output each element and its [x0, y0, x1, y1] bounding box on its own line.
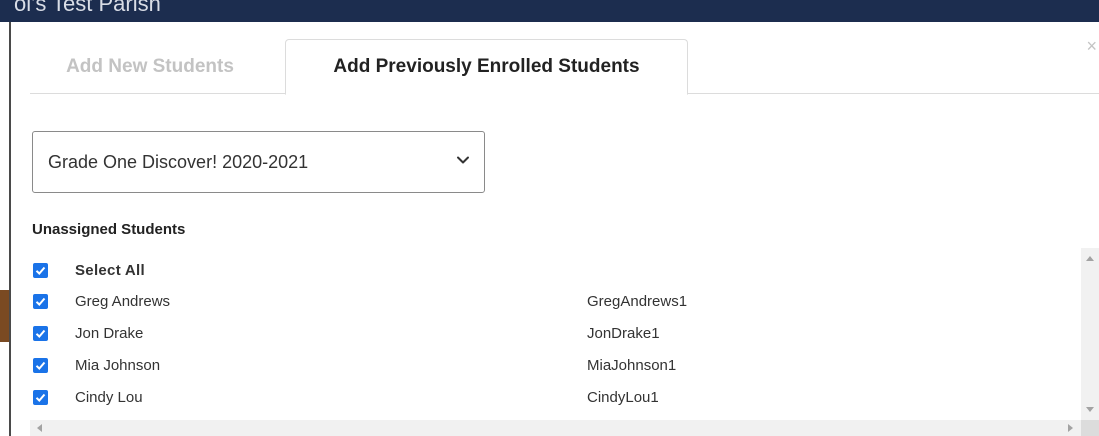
background-page-edge [0, 22, 12, 436]
checkmark-icon [35, 297, 46, 306]
section-heading-unassigned-students: Unassigned Students [32, 221, 186, 238]
student-list: Select All Greg Andrews GregAndrews1 Jon… [30, 248, 1081, 420]
class-select-value: Grade One Discover! 2020-2021 [48, 151, 309, 172]
scroll-up-arrow-icon[interactable] [1086, 256, 1094, 261]
select-all-row: Select All [30, 256, 1070, 286]
background-ghost-text [0, 184, 9, 204]
select-all-label: Select All [75, 262, 145, 279]
student-row: Jon Drake JonDrake1 [30, 319, 1070, 349]
scrollbar-corner [1081, 420, 1099, 436]
student-row: Mia Johnson MiaJohnson1 [30, 351, 1070, 381]
student-username: GregAndrews1 [587, 293, 688, 310]
tab-add-new-students[interactable]: Add New Students [30, 39, 270, 94]
student-name: Jon Drake [75, 325, 144, 342]
student-name: Cindy Lou [75, 389, 143, 406]
background-page-title: ol's Test Parish [14, 0, 161, 16]
student-list-container: Select All Greg Andrews GregAndrews1 Jon… [30, 248, 1099, 436]
student-username: CindyLou1 [587, 389, 659, 406]
horizontal-scrollbar[interactable] [30, 420, 1099, 436]
student-username: JonDrake1 [587, 325, 660, 342]
tab-add-previously-enrolled-students[interactable]: Add Previously Enrolled Students [285, 39, 688, 95]
student-checkbox[interactable] [33, 390, 48, 405]
student-checkbox[interactable] [33, 294, 48, 309]
student-row: Cindy Lou CindyLou1 [30, 383, 1070, 413]
modal-shadow-edge [9, 22, 11, 436]
chevron-down-icon [457, 156, 469, 164]
checkmark-icon [35, 361, 46, 370]
checkmark-icon [35, 266, 46, 275]
checkmark-icon [35, 393, 46, 402]
student-name: Mia Johnson [75, 357, 161, 374]
student-row: Greg Andrews GregAndrews1 [30, 287, 1070, 317]
select-all-checkbox[interactable] [33, 263, 48, 278]
scroll-down-arrow-icon[interactable] [1086, 407, 1094, 412]
student-checkbox[interactable] [33, 326, 48, 341]
scroll-left-arrow-icon[interactable] [37, 424, 42, 432]
add-students-modal: × Add New Students Add Previously Enroll… [12, 22, 1099, 436]
student-name: Greg Andrews [75, 293, 171, 310]
tab-bar: Add New Students Add Previously Enrolled… [30, 39, 1099, 95]
class-select[interactable]: Grade One Discover! 2020-2021 [32, 131, 485, 193]
vertical-scrollbar[interactable] [1081, 248, 1099, 420]
checkmark-icon [35, 329, 46, 338]
background-page-header: ol's Test Parish [0, 0, 1099, 22]
student-username: MiaJohnson1 [587, 357, 677, 374]
student-checkbox[interactable] [33, 358, 48, 373]
scroll-right-arrow-icon[interactable] [1068, 424, 1073, 432]
